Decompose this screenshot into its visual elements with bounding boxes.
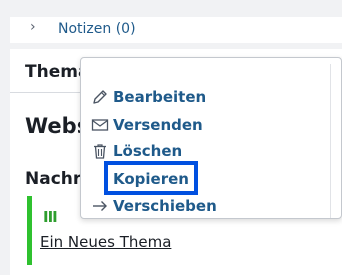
menu-item-move[interactable]: Verschieben xyxy=(91,195,217,217)
menu-divider xyxy=(330,64,331,218)
menu-label-send: Versenden xyxy=(113,116,203,134)
pencil-icon xyxy=(91,88,109,106)
menu-label-edit: Bearbeiten xyxy=(113,88,207,106)
menu-item-send[interactable]: Versenden xyxy=(91,114,203,136)
menu-label-delete: Löschen xyxy=(113,142,183,160)
menu-item-delete[interactable]: Löschen xyxy=(91,140,182,162)
trash-icon xyxy=(91,142,109,160)
notes-label[interactable]: Notizen (0) xyxy=(58,21,136,37)
focus-ring xyxy=(104,161,198,195)
chevron-right-icon: › xyxy=(30,19,36,35)
envelope-icon xyxy=(91,116,109,134)
notes-bar[interactable]: › Notizen (0) xyxy=(10,17,342,43)
menu-label-move: Verschieben xyxy=(113,197,217,215)
heading-news: Nachr xyxy=(25,169,82,189)
menu-item-edit[interactable]: Bearbeiten xyxy=(91,86,206,108)
topic-title-link[interactable]: Ein Neues Thema xyxy=(40,233,171,251)
page: › Notizen (0) Thema Websi Nachr III Ein … xyxy=(0,0,342,275)
bars-icon: III xyxy=(43,208,58,226)
context-menu: Bearbeiten Versenden Löschen Kopieren Ve… xyxy=(80,57,342,219)
arrow-right-icon xyxy=(91,197,109,215)
